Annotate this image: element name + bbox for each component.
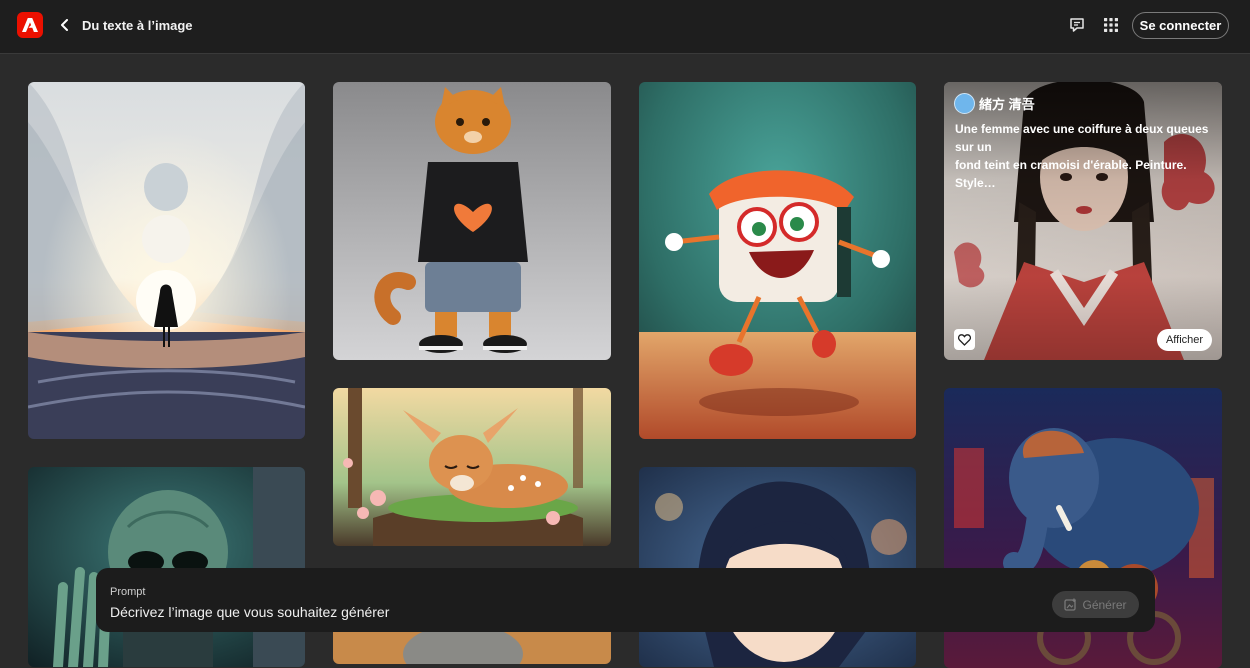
generate-label: Générer [1082, 597, 1127, 612]
gallery-card-fawn[interactable] [333, 388, 611, 546]
gallery-card-anime-girl[interactable] [639, 467, 916, 667]
author-info[interactable]: 緒方 清吾 [954, 93, 1035, 114]
gallery-card-sushi[interactable] [639, 82, 916, 439]
prompt-bar: Prompt Générer [96, 568, 1155, 632]
feedback-icon[interactable] [1066, 14, 1088, 36]
apps-grid-icon[interactable] [1100, 14, 1122, 36]
surreal-silhouette-image [28, 82, 305, 439]
gallery-card-surreal-silhouette[interactable] [28, 82, 305, 439]
alien-image [28, 467, 305, 667]
prompt-input[interactable] [110, 603, 1010, 621]
adobe-logo-icon[interactable] [17, 12, 43, 38]
anime-girl-image [639, 467, 916, 667]
gallery-card-cat[interactable] [333, 82, 611, 360]
gallery-card-woman-braids[interactable]: 緒方 清吾 Une femme avec une coiffure à deux… [944, 82, 1222, 360]
sign-in-button[interactable]: Se connecter [1132, 12, 1229, 39]
view-button[interactable]: Afficher [1157, 329, 1212, 351]
heart-icon [958, 333, 971, 346]
sleeping-fawn-image [333, 388, 611, 546]
card-description: Une femme avec une coiffure à deux queue… [955, 120, 1217, 192]
prompt-label: Prompt [110, 586, 146, 598]
like-button[interactable] [954, 329, 975, 350]
author-name: 緒方 清吾 [979, 97, 1035, 112]
author-avatar [954, 93, 975, 114]
sushi-character-image [639, 82, 916, 439]
generate-icon [1064, 598, 1077, 611]
app-header: Du texte à l’image Se connecter [0, 0, 1250, 54]
description-line-1: Une femme avec une coiffure à deux queue… [955, 122, 1209, 154]
back-chevron-icon[interactable] [56, 14, 74, 36]
generate-button[interactable]: Générer [1052, 591, 1139, 618]
gallery-card-alien[interactable] [28, 467, 305, 667]
page-title: Du texte à l’image [82, 18, 193, 33]
description-line-2: fond teint en cramoisi d'érable. Peintur… [955, 158, 1187, 190]
cat-image [333, 82, 611, 360]
